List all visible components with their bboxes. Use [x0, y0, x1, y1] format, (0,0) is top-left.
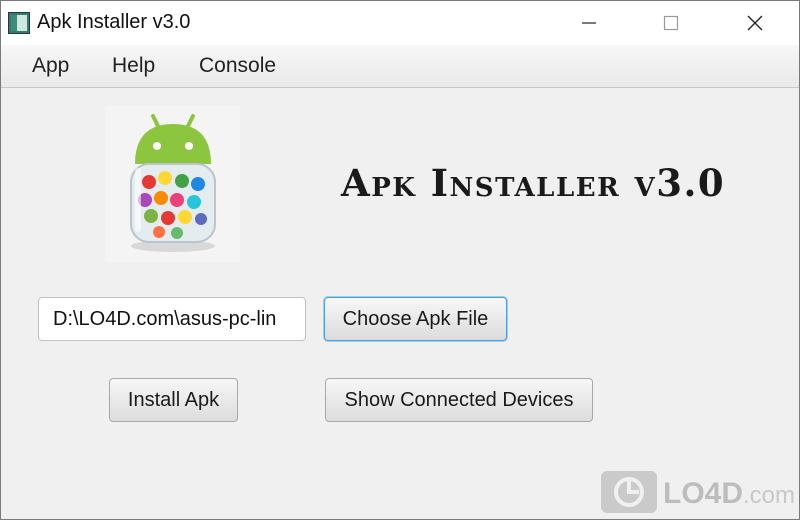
- app-window: Apk Installer v3.0 App Help Console Apk …: [0, 0, 800, 520]
- watermark-text: LO4D.com: [663, 477, 795, 511]
- menu-console[interactable]: Console: [199, 54, 276, 78]
- menu-app[interactable]: App: [32, 54, 69, 78]
- app-heading: Apk Installer v3.0: [341, 161, 726, 205]
- app-icon: [8, 12, 30, 34]
- maximize-icon: [663, 15, 679, 31]
- watermark-suffix: .com: [743, 482, 796, 509]
- watermark-brand: LO4D: [663, 477, 744, 510]
- watermark-logo-icon: [601, 471, 657, 518]
- minimize-button[interactable]: [566, 1, 612, 45]
- close-icon: [747, 15, 763, 31]
- window-title: Apk Installer v3.0: [37, 11, 191, 33]
- menu-bar: App Help Console: [1, 45, 799, 88]
- title-bar[interactable]: Apk Installer v3.0: [1, 1, 799, 45]
- android-jellybean-logo: [105, 106, 240, 262]
- show-connected-devices-button[interactable]: Show Connected Devices: [325, 378, 593, 422]
- close-button[interactable]: [732, 1, 778, 45]
- install-apk-button[interactable]: Install Apk: [109, 378, 238, 422]
- minimize-icon: [582, 22, 596, 24]
- apk-path-input[interactable]: [38, 297, 306, 341]
- maximize-button[interactable]: [648, 1, 694, 45]
- menu-help[interactable]: Help: [112, 54, 155, 78]
- choose-apk-file-button[interactable]: Choose Apk File: [324, 297, 507, 341]
